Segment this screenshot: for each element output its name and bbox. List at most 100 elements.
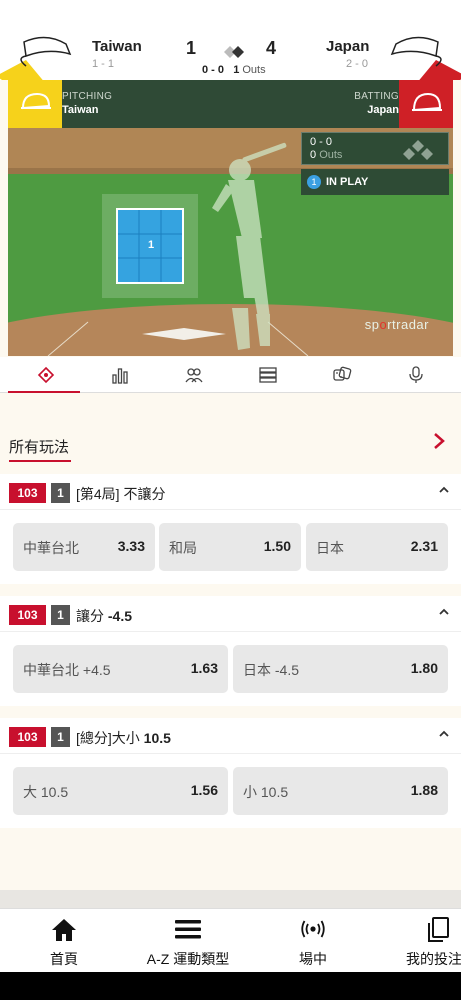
batting-team-badge	[399, 80, 453, 128]
bases-diamond-icon	[403, 140, 433, 160]
market-num-badge: 1	[51, 605, 70, 625]
odds-value: 1.56	[190, 782, 218, 798]
stats-bars-icon	[112, 368, 128, 384]
odds-value: 1.50	[263, 538, 291, 554]
market-id-badge: 103	[9, 605, 46, 625]
team-cap-left-icon	[0, 36, 72, 80]
all-bets-underline	[9, 460, 71, 462]
ball-strike-count: 0 - 0 1 Outs	[202, 64, 266, 76]
market-card: 103 1 讓分 -4.5 中華台北 +4.5 1.63 日本 -4.5 1.8…	[0, 596, 461, 706]
match-tabs	[0, 357, 461, 393]
nav-my-bets[interactable]: 我的投注	[400, 909, 461, 973]
count-outs: 0 Outs	[310, 149, 343, 161]
lineup-people-icon	[185, 368, 203, 383]
odds-value: 1.63	[190, 660, 218, 676]
odds-value: 1.80	[410, 660, 438, 676]
batting-team: Japan	[367, 104, 399, 116]
market-id-badge: 103	[9, 483, 46, 503]
active-tab-indicator	[8, 391, 80, 393]
system-navigation-bar	[0, 972, 461, 1000]
nav-home[interactable]: 首頁	[24, 909, 104, 973]
tab-list[interactable]	[230, 357, 306, 393]
odds-button[interactable]: 中華台北 +4.5 1.63	[13, 645, 228, 693]
nav-live-label: 場中	[299, 951, 327, 967]
market-num-badge: 1	[51, 727, 70, 747]
microphone-icon	[409, 366, 423, 383]
odds-label: 日本 -4.5	[243, 662, 300, 678]
bottom-navigation: 首頁 A-Z 運動類型 場中 我的投注	[0, 908, 461, 972]
home-team-name: Taiwan	[92, 38, 142, 55]
market-title: 讓分 -4.5	[76, 608, 133, 624]
tab-lineup[interactable]	[156, 357, 232, 393]
count-balls-strikes: 0 - 0	[310, 136, 333, 148]
all-bets-title[interactable]: 所有玩法	[9, 436, 69, 457]
market-card: 103 1 [第4局] 不讓分 中華台北 3.33 和局 1.50 日本 2.3…	[0, 474, 461, 584]
list-rows-icon	[259, 367, 277, 383]
field-visualization: 1 0 - 0 0 Outs 1 IN PLAY sportradar	[8, 128, 453, 356]
sportradar-logo: sportradar	[364, 317, 429, 332]
odds-label: 和局	[169, 540, 197, 556]
odds-label: 大 10.5	[23, 784, 69, 800]
chevron-up-icon[interactable]	[439, 486, 449, 494]
market-id-badge: 103	[9, 727, 46, 747]
market-card: 103 1 [總分]大小 10.5 大 10.5 1.56 小 10.5 1.8…	[0, 718, 461, 828]
market-header[interactable]: 103 1 [總分]大小 10.5	[0, 718, 461, 754]
chevron-right-icon[interactable]	[433, 432, 445, 450]
in-play-number: 1	[307, 175, 321, 189]
market-title: [總分]大小 10.5	[76, 730, 171, 746]
my-bets-icon	[428, 917, 449, 942]
odds-button[interactable]: 日本 2.31	[306, 523, 448, 571]
live-broadcast-icon	[301, 920, 325, 938]
nav-home-label: 首頁	[50, 951, 78, 967]
home-team-record: 1 - 1	[92, 58, 115, 70]
tab-commentary[interactable]	[378, 357, 454, 393]
pitching-team: Taiwan	[62, 104, 99, 116]
odds-value: 3.33	[117, 538, 145, 554]
in-play-panel: 1 IN PLAY	[301, 169, 449, 195]
market-title: [第4局] 不讓分	[76, 486, 166, 502]
away-team-record: 2 - 0	[346, 58, 369, 70]
market-header[interactable]: 103 1 [第4局] 不讓分	[0, 474, 461, 510]
pitching-team-badge	[8, 80, 62, 128]
batter-helmet-icon	[412, 92, 442, 112]
odds-label: 中華台北 +4.5	[23, 662, 111, 678]
baseball-field-icon	[37, 366, 55, 384]
odds-button[interactable]: 和局 1.50	[159, 523, 301, 571]
away-team-name: Japan	[326, 38, 370, 55]
nav-my-bets-label: 我的投注	[406, 951, 461, 967]
menu-icon	[175, 920, 201, 939]
scoreboard: Taiwan 1 - 1 1 4 Japan 2 - 0 0 - 0 1 Out…	[0, 0, 461, 80]
odds-label: 日本	[316, 540, 344, 556]
batting-label: BATTING	[354, 91, 399, 102]
odds-label: 小 10.5	[243, 784, 289, 800]
odds-value: 1.88	[410, 782, 438, 798]
odds-label: 中華台北	[23, 540, 79, 556]
chevron-up-icon[interactable]	[439, 730, 449, 738]
pitcher-cap-icon	[21, 92, 51, 110]
all-bets-header: 所有玩法	[0, 394, 461, 474]
nav-sports-az[interactable]: A-Z 運動類型	[134, 909, 242, 973]
tab-field[interactable]	[8, 357, 84, 393]
odds-value: 2.31	[410, 538, 438, 554]
odds-button[interactable]: 小 10.5 1.88	[233, 767, 448, 815]
odds-button[interactable]: 大 10.5 1.56	[13, 767, 228, 815]
away-team-score: 4	[266, 38, 277, 58]
dice-icon	[333, 366, 352, 381]
tab-stats[interactable]	[82, 357, 158, 393]
nav-sports-az-label: A-Z 運動類型	[146, 951, 230, 967]
strike-zone: 1	[116, 208, 184, 284]
market-num-badge: 1	[51, 483, 70, 503]
tab-dice[interactable]	[304, 357, 380, 393]
pitching-label: PITCHING	[62, 91, 113, 102]
market-header[interactable]: 103 1 讓分 -4.5	[0, 596, 461, 632]
home-icon	[52, 919, 76, 941]
content-footer-bar	[0, 890, 461, 908]
pitch-number: 1	[148, 239, 155, 251]
odds-button[interactable]: 中華台北 3.33	[13, 523, 155, 571]
odds-button[interactable]: 日本 -4.5 1.80	[233, 645, 448, 693]
nav-live[interactable]: 場中	[273, 909, 353, 973]
team-cap-right-icon	[390, 36, 461, 80]
count-panel: 0 - 0 0 Outs	[301, 132, 449, 165]
pitching-batting-bar: PITCHING Taiwan BATTING Japan	[8, 80, 453, 128]
chevron-up-icon[interactable]	[439, 608, 449, 616]
